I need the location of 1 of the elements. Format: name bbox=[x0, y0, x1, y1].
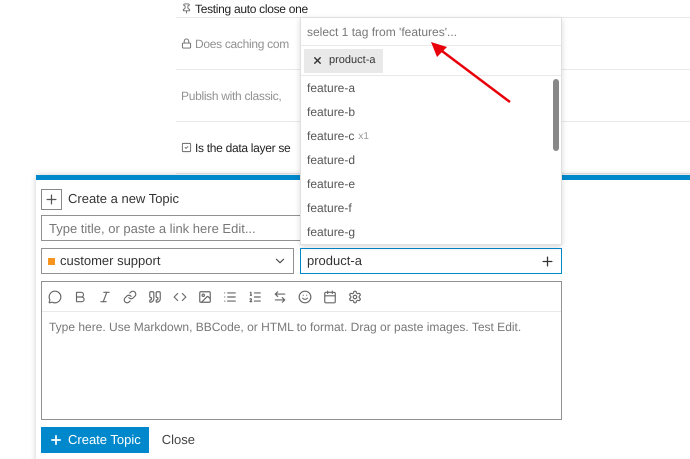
composer-heading: Create a new Topic bbox=[68, 190, 180, 208]
